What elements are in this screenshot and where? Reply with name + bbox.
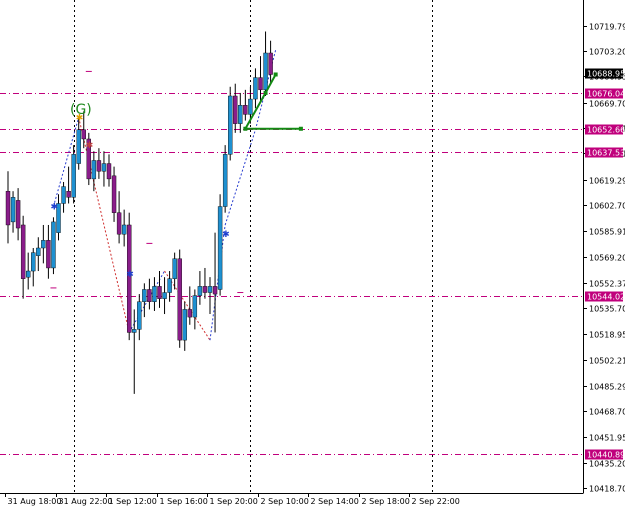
- candle-body: [217, 206, 223, 290]
- candle-body: [31, 252, 36, 272]
- time-tick-label: 2 Sep 22:00: [412, 497, 460, 506]
- candle-body: [71, 154, 76, 198]
- time-tick-label: 2 Sep 10:00: [261, 497, 309, 506]
- price-tick-label: 10535.70: [589, 305, 625, 314]
- price-tick-label: 10502.21: [589, 357, 625, 366]
- candle-body: [227, 95, 233, 155]
- price-tick-label: 10518.95: [589, 331, 625, 340]
- price-tick-label: 10451.95: [589, 434, 625, 443]
- candle-body: [96, 160, 102, 172]
- candle-body: [248, 98, 253, 115]
- candle-body: [268, 52, 273, 75]
- candle-body: [167, 278, 172, 293]
- candle-body: [91, 160, 97, 180]
- pattern-node: [243, 126, 248, 131]
- time-axis: 31 Aug 18:0031 Aug 22:001 Sep 12:00 1 Sep…: [5, 493, 460, 506]
- pattern-node: [263, 90, 268, 95]
- price-tick-label: 10435.20: [589, 460, 625, 469]
- candle-body: [20, 224, 26, 279]
- signal-star-icon: ✱: [50, 203, 58, 213]
- candle-body: [162, 292, 167, 299]
- candle-body: [212, 286, 218, 295]
- price-level-label: 10637.53: [587, 149, 625, 158]
- price-tick-label: 10703.20: [589, 48, 625, 57]
- pattern-node: [298, 126, 303, 131]
- candle-body: [15, 200, 21, 229]
- pattern-label: (G): [70, 102, 92, 118]
- candle-body: [111, 175, 117, 213]
- candle-body: [253, 77, 258, 100]
- price-labels: 10676.04 10652.66 10637.53 10544.02 10440.89…: [585, 68, 625, 460]
- candle-body: [147, 289, 152, 302]
- pattern-node: [273, 72, 278, 77]
- price-tick-label: 10485.29: [589, 383, 625, 392]
- candle-body: [172, 258, 177, 279]
- candle-body: [41, 240, 46, 249]
- price-tick-label: 10602.70: [589, 202, 625, 211]
- price-tick-label: 10585.91: [589, 228, 625, 237]
- candle-body: [121, 224, 127, 235]
- candle-body: [182, 309, 187, 341]
- candle-body: [61, 186, 66, 204]
- candle-body: [26, 270, 31, 278]
- candle-body: [137, 301, 142, 330]
- candle-body: [243, 105, 248, 115]
- candle-body: [157, 286, 162, 299]
- time-tick-label: 31 Aug 18:00: [8, 497, 62, 506]
- candle-body: [36, 247, 41, 256]
- candle-body: [81, 129, 86, 140]
- price-tick-label: 10669.70: [589, 100, 625, 109]
- candle-body: [66, 190, 71, 198]
- candle-body: [51, 221, 56, 269]
- candle-body: [233, 95, 238, 124]
- candle-body: [5, 190, 11, 226]
- candle-body: [46, 240, 51, 269]
- chart-window[interactable]: ✱✱✱✱✱ (G) 10719.7910703.2010686.9510669.…: [0, 0, 625, 515]
- price-level-label: 10544.02: [587, 293, 625, 302]
- candle-body: [258, 77, 263, 91]
- candle-body: [263, 52, 268, 91]
- price-level-label: 10440.89: [587, 451, 625, 460]
- price-tick-label: 10569.20: [589, 254, 625, 263]
- price-level-label: 10652.66: [587, 126, 625, 135]
- time-tick-label: 1 Sep 12:00: [109, 497, 157, 506]
- candle-body: [152, 286, 157, 302]
- candle-body: [116, 212, 122, 235]
- plot-area-background: [0, 0, 583, 493]
- time-tick-label: 1 Sep 16:00: [160, 497, 208, 506]
- time-tick-label: 2 Sep 18:00: [362, 497, 410, 506]
- candle-body: [202, 286, 208, 293]
- price-level-label: 10676.04: [587, 90, 625, 99]
- candle-body: [177, 258, 182, 341]
- current-price-label: 10688.95: [587, 70, 625, 79]
- candle-body: [101, 163, 107, 172]
- candle-body: [10, 197, 16, 223]
- price-tick-label: 10468.70: [589, 408, 625, 417]
- price-tick-label: 10619.29: [589, 177, 625, 186]
- price-tick-label: 10552.37: [589, 280, 625, 289]
- signal-star-icon: ✱: [126, 270, 134, 280]
- signal-star-icon: ✱: [222, 230, 230, 240]
- time-tick-label: 31 Aug 22:00: [59, 497, 113, 506]
- signal-star-icon: ✱: [86, 141, 94, 151]
- candle-body: [207, 286, 213, 293]
- time-tick-label: 2 Sep 14:00: [311, 497, 359, 506]
- candle-body: [142, 289, 147, 302]
- candle-body: [222, 154, 228, 207]
- price-tick-label: 10418.70: [589, 485, 625, 494]
- time-tick-label: 1 Sep 20:00: [210, 497, 258, 506]
- candle-body: [187, 309, 193, 318]
- price-tick-label: 10719.79: [589, 23, 625, 32]
- candle-body: [192, 295, 198, 318]
- candle-body: [76, 129, 81, 164]
- candle-body: [132, 329, 137, 333]
- candle-body: [106, 163, 112, 180]
- candle-body: [238, 105, 243, 124]
- price-chart[interactable]: ✱✱✱✱✱ (G) 10719.7910703.2010686.9510669.…: [0, 0, 625, 515]
- candle-body: [197, 286, 203, 296]
